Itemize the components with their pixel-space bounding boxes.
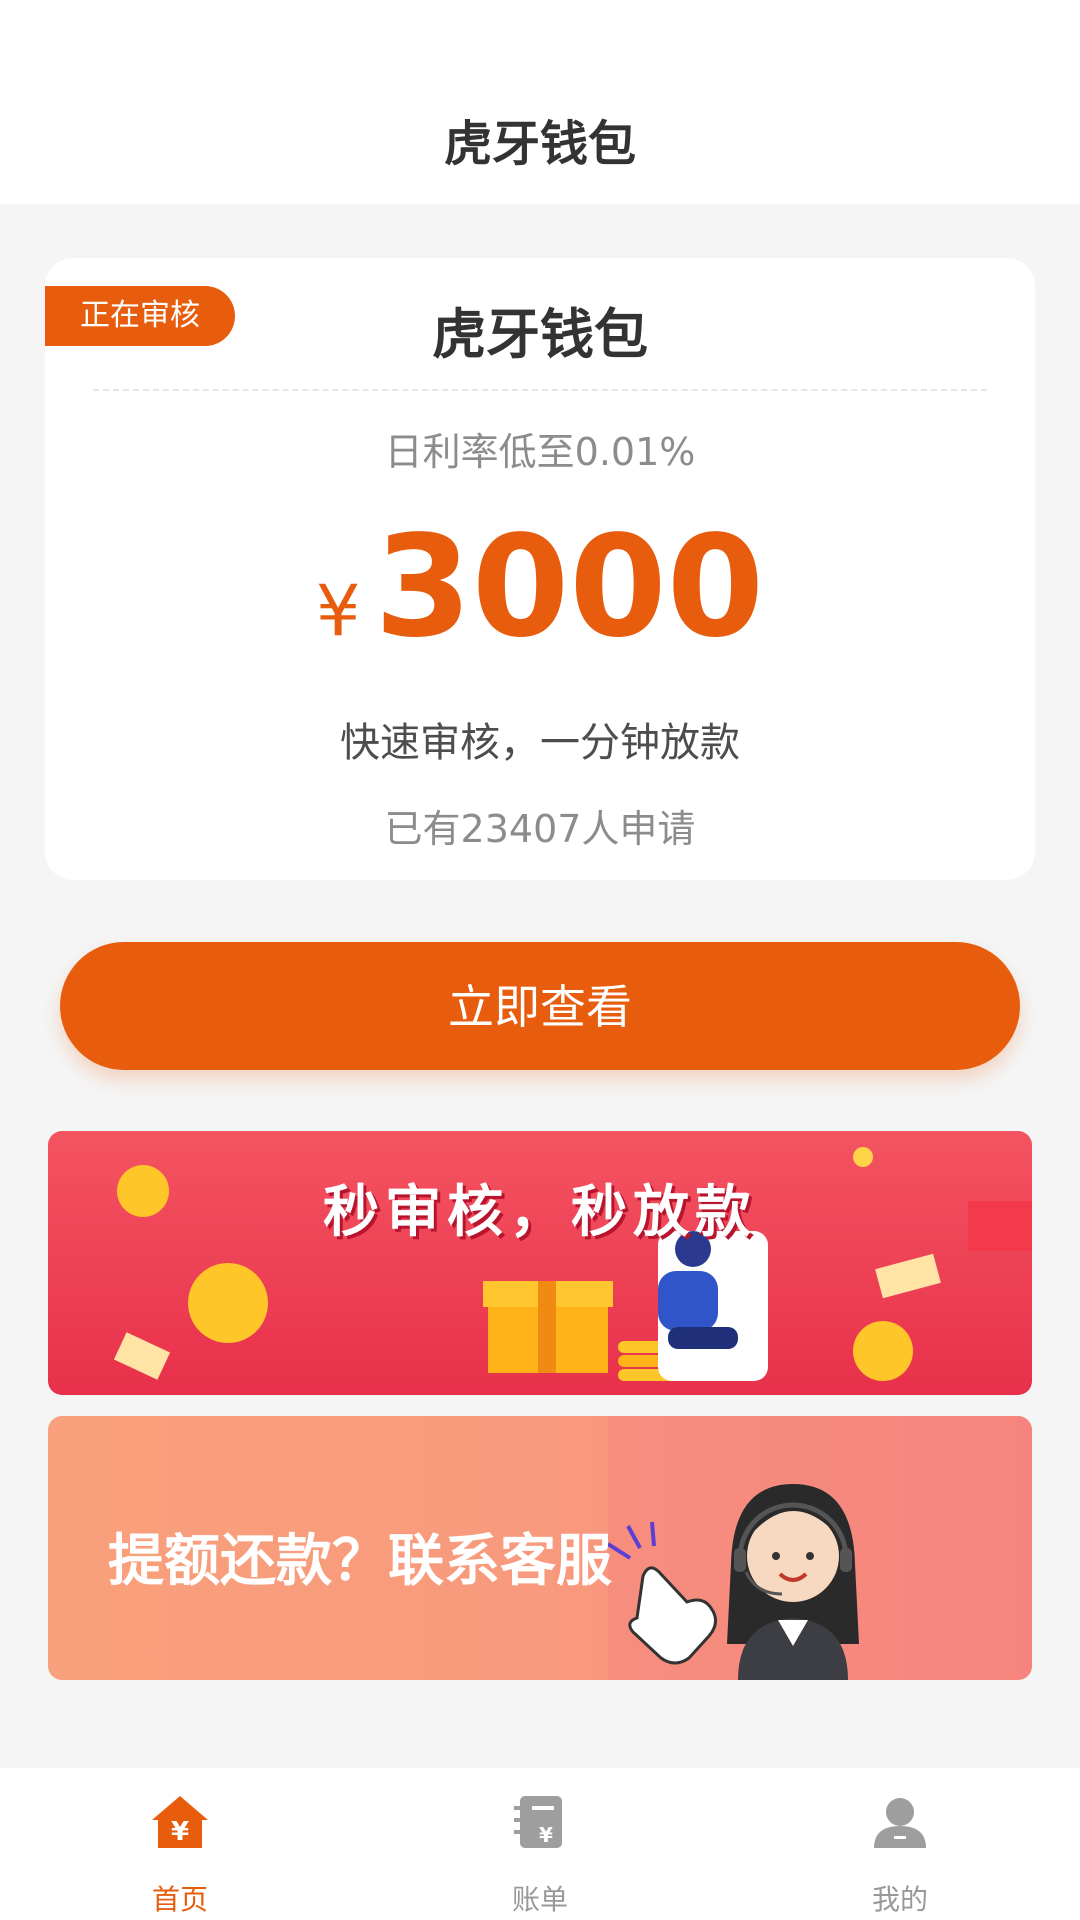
page-title: 虎牙钱包 [443, 116, 636, 172]
tab-bill-label: 账单 [511, 1883, 568, 1916]
app-header: 虎牙钱包 [0, 0, 1080, 204]
coin-icon [853, 1147, 873, 1167]
product-name: 虎牙钱包 [432, 303, 648, 366]
slogan-text: 快速审核，一分钟放款 [340, 720, 740, 766]
agent-avatar-illustration [727, 1484, 859, 1680]
bill-icon: ¥ [514, 1796, 562, 1848]
applicants-count: 已有23407人申请 [384, 807, 696, 851]
service-banner-title: 提额还款？联系客服 [108, 1528, 612, 1594]
loan-card: 正在审核 虎牙钱包 日利率低至0.01% ¥3000 快速审核，一分钟放款 已有… [45, 258, 1035, 880]
svg-text:¥: ¥ [171, 1817, 189, 1847]
coin-icon [853, 1321, 913, 1381]
tab-bill[interactable]: ¥ 账单 [360, 1768, 720, 1920]
promo-banner[interactable]: 秒审核，秒放款 [48, 1131, 1032, 1395]
amount-value: 3000 [374, 506, 765, 669]
bottom-tab-bar: ¥ 首页 ¥ 账单 我的 [0, 1768, 1080, 1920]
bill-icon [875, 1253, 941, 1299]
bill-icon [113, 1332, 171, 1380]
tab-home-label: 首页 [151, 1883, 208, 1916]
user-icon [874, 1798, 926, 1848]
tab-profile[interactable]: 我的 [720, 1768, 1080, 1920]
svg-text:¥: ¥ [539, 1823, 553, 1847]
card-divider [93, 389, 987, 391]
currency-symbol: ¥ [315, 570, 361, 652]
view-now-button[interactable]: 立即查看 [60, 942, 1020, 1070]
home-yen-icon: ¥ [152, 1796, 208, 1848]
tab-profile-label: 我的 [871, 1883, 928, 1916]
customer-service-banner[interactable]: 提额还款？联系客服 [48, 1416, 1032, 1680]
tab-home[interactable]: ¥ 首页 [0, 1768, 360, 1920]
loan-amount: ¥3000 [45, 518, 1035, 658]
promo-banner-title: 秒审核，秒放款 [323, 1179, 757, 1245]
coin-icon [188, 1263, 268, 1343]
interest-rate-text: 日利率低至0.01% [384, 430, 696, 474]
